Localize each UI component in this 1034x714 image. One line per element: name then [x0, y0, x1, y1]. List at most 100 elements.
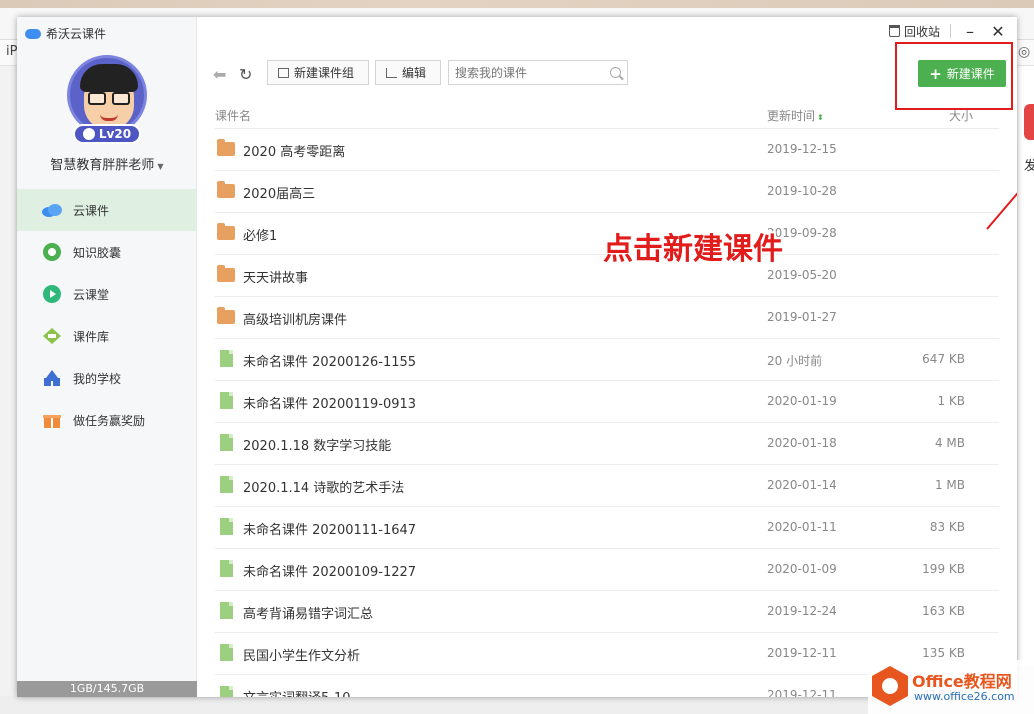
row-time: 20 小时前 — [767, 354, 823, 368]
folder-icon — [217, 265, 235, 282]
row-name: 未命名课件 20200109-1227 — [243, 565, 417, 580]
column-size-header[interactable]: 大小 — [949, 107, 973, 124]
sidebar-item-label: 我的学校 — [73, 371, 122, 386]
gift-icon — [41, 409, 63, 431]
row-name: 2020.1.14 诗歌的艺术手法 — [243, 481, 405, 496]
sidebar-item-label: 课件库 — [73, 329, 110, 344]
annotation-arrow — [986, 192, 1017, 230]
row-time: 2020-01-18 — [767, 436, 837, 450]
row-name: 天天讲故事 — [243, 271, 309, 286]
row-size: 4 MB — [934, 436, 965, 450]
close-icon[interactable]: ✕ — [989, 22, 1007, 41]
app-title: 希沃云课件 — [46, 27, 107, 41]
file-icon — [217, 434, 233, 451]
username-dropdown[interactable]: 智慧教育胖胖老师 ▼ — [17, 154, 197, 173]
row-time: 2020-01-11 — [767, 520, 837, 534]
table-row[interactable]: 未命名课件 20200111-1647 2020-01-11 83 KB — [215, 507, 999, 549]
watermark-url: www.office26.com — [914, 690, 1015, 703]
app-window: 希沃云课件 Lv20 智慧教育胖胖老师 ▼ 云课件 知识胶囊 云课堂 课件库 我… — [17, 17, 1017, 697]
browser-side-label: 发 — [1024, 159, 1034, 174]
table-row[interactable]: 未命名课件 20200109-1227 2020-01-09 199 KB — [215, 549, 999, 591]
row-time: 2020-01-09 — [767, 562, 837, 576]
back-arrow-icon[interactable]: ⬅ — [213, 65, 226, 84]
row-name: 高考背诵易错字词汇总 — [243, 607, 374, 622]
file-icon — [217, 518, 233, 535]
row-time: 2020-01-19 — [767, 394, 837, 408]
row-name: 高级培训机房课件 — [243, 313, 348, 328]
row-name: 2020届高三 — [243, 187, 316, 202]
row-time: 2019-01-27 — [767, 310, 837, 324]
table-row[interactable]: 未命名课件 20200119-0913 2020-01-19 1 KB — [215, 381, 999, 423]
folder-icon — [217, 223, 235, 240]
row-size: 199 KB — [922, 562, 965, 576]
table-row[interactable]: 高级培训机房课件 2019-01-27 — [215, 297, 999, 339]
row-time: 2019-12-15 — [767, 142, 837, 156]
avatar[interactable] — [67, 55, 147, 135]
avatar-hair — [80, 64, 138, 92]
edit-label: 编辑 — [402, 66, 427, 80]
cloud-icon — [41, 199, 63, 221]
courseware-list: 2020 高考零距离 2019-12-15 2020届高三 2019-10-28 必修1… — [215, 129, 999, 697]
table-row[interactable]: 2020.1.14 诗歌的艺术手法 2020-01-14 1 MB — [215, 465, 999, 507]
recycle-bin-button[interactable]: 回收站 — [888, 23, 940, 40]
play-icon — [41, 283, 63, 305]
app-brand: 希沃云课件 — [25, 25, 106, 42]
edit-button[interactable]: 编辑 — [375, 60, 441, 85]
sidebar-item-knowledge-capsule[interactable]: 知识胶囊 — [17, 231, 197, 273]
sidebar-item-cloud-courseware[interactable]: 云课件 — [17, 189, 197, 231]
row-time: 2019-10-28 — [767, 184, 837, 198]
sidebar: 希沃云课件 Lv20 智慧教育胖胖老师 ▼ 云课件 知识胶囊 云课堂 课件库 我… — [17, 17, 197, 697]
file-icon — [217, 644, 233, 661]
column-time-label: 更新时间 — [767, 109, 816, 123]
sidebar-item-label: 云课件 — [73, 203, 110, 218]
table-header: 课件名 更新时间 ⬍ 大小 — [215, 99, 999, 129]
column-time-header[interactable]: 更新时间 ⬍ — [767, 107, 824, 124]
row-name: 未命名课件 20200111-1647 — [243, 523, 417, 538]
level-icon — [82, 128, 95, 140]
table-row[interactable]: 高考背诵易错字词汇总 2019-12-24 163 KB — [215, 591, 999, 633]
search-box — [448, 60, 628, 85]
school-icon — [41, 367, 63, 389]
browser-left-text: iP — [6, 44, 18, 59]
sidebar-item-cloud-classroom[interactable]: 云课堂 — [17, 273, 197, 315]
sidebar-item-label: 知识胶囊 — [73, 245, 122, 260]
annotation-text: 点击新建课件 — [603, 232, 783, 267]
file-icon — [217, 476, 233, 493]
sidebar-item-courseware-library[interactable]: 课件库 — [17, 315, 197, 357]
column-name-header[interactable]: 课件名 — [215, 107, 251, 124]
sort-icon: ⬍ — [817, 113, 824, 122]
browser-red-tab — [1024, 104, 1034, 140]
level-badge: Lv20 — [73, 124, 141, 144]
row-size: 83 KB — [929, 520, 965, 534]
library-icon — [41, 325, 63, 347]
storage-usage: 1GB/145.7GB — [17, 681, 197, 697]
folder-icon — [217, 307, 235, 324]
file-icon — [217, 602, 233, 619]
table-row[interactable]: 未命名课件 20200126-1155 20 小时前 647 KB — [215, 339, 999, 381]
table-row[interactable]: 2020.1.18 数字学习技能 2020-01-18 4 MB — [215, 423, 999, 465]
watermark: Office教程网 www.office26.com — [868, 660, 1034, 714]
main-toolbar: ⬅ ↻ 新建课件组 编辑 + 新建课件 — [197, 57, 1017, 97]
row-size: 135 KB — [922, 646, 965, 660]
table-row[interactable]: 2020 高考零距离 2019-12-15 — [215, 129, 999, 171]
search-icon[interactable] — [610, 67, 621, 78]
refresh-icon[interactable]: ↻ — [239, 65, 252, 84]
new-group-button[interactable]: 新建课件组 — [267, 60, 369, 85]
file-icon — [217, 392, 233, 409]
minimize-icon[interactable]: – — [961, 22, 979, 41]
topbar-divider — [950, 24, 951, 38]
office-logo-icon — [872, 666, 908, 706]
search-input[interactable] — [455, 65, 605, 80]
file-icon — [217, 686, 233, 697]
globe-icon: ◎ — [1018, 44, 1031, 60]
sidebar-item-my-school[interactable]: 我的学校 — [17, 357, 197, 399]
level-text: Lv20 — [98, 127, 132, 141]
row-size: 163 KB — [922, 604, 965, 618]
new-group-label: 新建课件组 — [294, 66, 355, 80]
sidebar-item-task-reward[interactable]: 做任务赢奖励 — [17, 399, 197, 441]
row-time: 2019-05-20 — [767, 268, 837, 282]
table-row[interactable]: 2020届高三 2019-10-28 — [215, 171, 999, 213]
row-time: 2019-12-11 — [767, 688, 837, 697]
row-time: 2020-01-14 — [767, 478, 837, 492]
row-size: 1 KB — [937, 394, 965, 408]
